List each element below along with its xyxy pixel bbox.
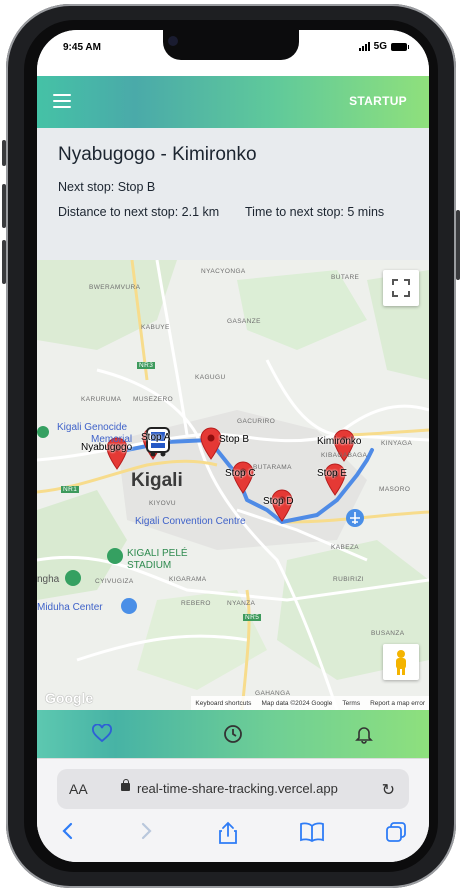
aa-label: AA — [69, 781, 88, 797]
city-label: Kigali — [131, 470, 183, 491]
area-label: GACURIRO — [237, 418, 276, 425]
area-label: BUTARE — [331, 274, 360, 281]
notch — [163, 30, 299, 60]
area-label: BUSANZA — [371, 630, 405, 637]
reader-settings-button[interactable]: AA — [69, 781, 88, 797]
poi-genocide-memorial[interactable]: Kigali Genocide — [57, 422, 127, 433]
status-time: 9:45 AM — [63, 42, 101, 53]
road-shield: NR5 — [243, 614, 262, 621]
map-attribution: Keyboard shortcuts Map data ©2024 Google… — [191, 696, 429, 710]
bookmarks-icon[interactable] — [299, 821, 325, 843]
address-bar[interactable]: AA real-time-share-tracking.vercel.app ↻ — [57, 769, 409, 809]
distance-text: Distance to next stop: 2.1 km — [58, 205, 220, 219]
area-label: RUBIRIZI — [333, 576, 365, 583]
bell-icon[interactable] — [354, 724, 374, 744]
stop-label-c: Stop C — [225, 468, 256, 479]
terms-link[interactable]: Terms — [342, 700, 360, 707]
network-label: 5G — [373, 41, 387, 52]
map-view[interactable]: NYACYONGA BUTARE BWERAMVURA GASANZE KABU… — [37, 260, 429, 710]
poi-stadium-line2[interactable]: STADIUM — [127, 560, 171, 572]
status-indicators: 5G — [358, 41, 409, 52]
area-label: KABUYE — [141, 324, 170, 331]
route-title: Nyabugogo - Kimironko — [58, 144, 257, 165]
keyboard-shortcuts-link[interactable]: Keyboard shortcuts — [195, 700, 251, 707]
map-data-text: Map data ©2024 Google — [261, 699, 333, 707]
back-icon[interactable] — [59, 821, 77, 841]
area-label: MASORO — [379, 486, 411, 493]
street-view-button[interactable] — [383, 644, 419, 680]
stop-label-nyabugogo: Nyabugogo — [81, 442, 133, 453]
poi-miduha-center[interactable]: Miduha Center — [37, 602, 103, 613]
poi-left-edge[interactable]: ngha — [37, 574, 59, 585]
brand-link[interactable]: STARTUP — [349, 94, 407, 108]
menu-icon[interactable] — [53, 94, 71, 108]
reload-icon[interactable]: ↻ — [382, 780, 395, 800]
route-info-panel: Nyabugogo - Kimironko Next stop: Stop B … — [37, 128, 429, 260]
stop-label-kimironko: Kimironko — [317, 436, 362, 447]
area-label: GASANZE — [227, 318, 261, 325]
area-label: REBERO — [181, 600, 211, 607]
next-stop-text: Next stop: Stop B — [58, 180, 156, 194]
area-label: KARURUMA — [81, 396, 122, 403]
area-label: KIYOVU — [149, 500, 176, 507]
time-text: Time to next stop: 5 mins — [245, 205, 385, 219]
stop-label-d: Stop D — [263, 496, 294, 507]
area-label: KIGARAMA — [169, 576, 207, 583]
stop-label-e: Stop E — [317, 468, 348, 479]
fullscreen-button[interactable] — [383, 270, 419, 306]
area-label: KAGUGU — [195, 374, 226, 381]
side-button-mute — [2, 140, 6, 166]
area-label: BWERAMVURA — [89, 284, 141, 291]
clock-icon[interactable] — [223, 724, 243, 744]
area-label: KIBAGABAGA — [321, 452, 368, 459]
area-label: MUSEZERO — [133, 396, 174, 403]
road-shield: NR3 — [137, 362, 156, 369]
lock-icon — [121, 779, 130, 791]
area-label: NYACYONGA — [201, 268, 246, 275]
report-error-link[interactable]: Report a map error — [370, 700, 425, 707]
area-label: CYIVUGIZA — [95, 578, 134, 585]
area-label: KABEZA — [331, 544, 360, 551]
stop-label-a: Stop A — [141, 432, 171, 443]
forward-icon[interactable] — [137, 821, 155, 841]
share-icon[interactable] — [217, 821, 239, 845]
fullscreen-icon — [392, 279, 410, 297]
area-label: KINYAGA — [381, 440, 413, 447]
url-text[interactable]: real-time-share-tracking.vercel.app — [137, 781, 338, 796]
tabs-icon[interactable] — [385, 821, 407, 843]
poi-stadium[interactable]: KIGALI PELÉ — [127, 548, 188, 560]
area-label: NYANZA — [227, 600, 256, 607]
screen: 9:45 AM 5G STARTUP Nyabugogo - Kimironko… — [37, 30, 429, 862]
pegman-icon — [396, 650, 406, 675]
browser-chrome: AA real-time-share-tracking.vercel.app ↻ — [37, 758, 429, 862]
battery-icon — [391, 42, 409, 51]
side-button-volume-up — [2, 184, 6, 228]
signal-icon — [358, 42, 370, 51]
google-logo: Google — [45, 690, 94, 706]
stop-label-b: Stop B — [219, 434, 250, 445]
area-label: BUTARAMA — [253, 464, 292, 471]
app-header: STARTUP — [37, 76, 429, 128]
road-shield: NR1 — [61, 486, 80, 493]
side-button-volume-down — [2, 240, 6, 284]
front-camera — [168, 36, 178, 46]
heart-icon[interactable] — [92, 724, 112, 744]
poi-convention-centre[interactable]: Kigali Convention Centre — [135, 516, 246, 527]
bottom-tab-bar — [37, 710, 429, 758]
side-button-power — [456, 210, 460, 280]
